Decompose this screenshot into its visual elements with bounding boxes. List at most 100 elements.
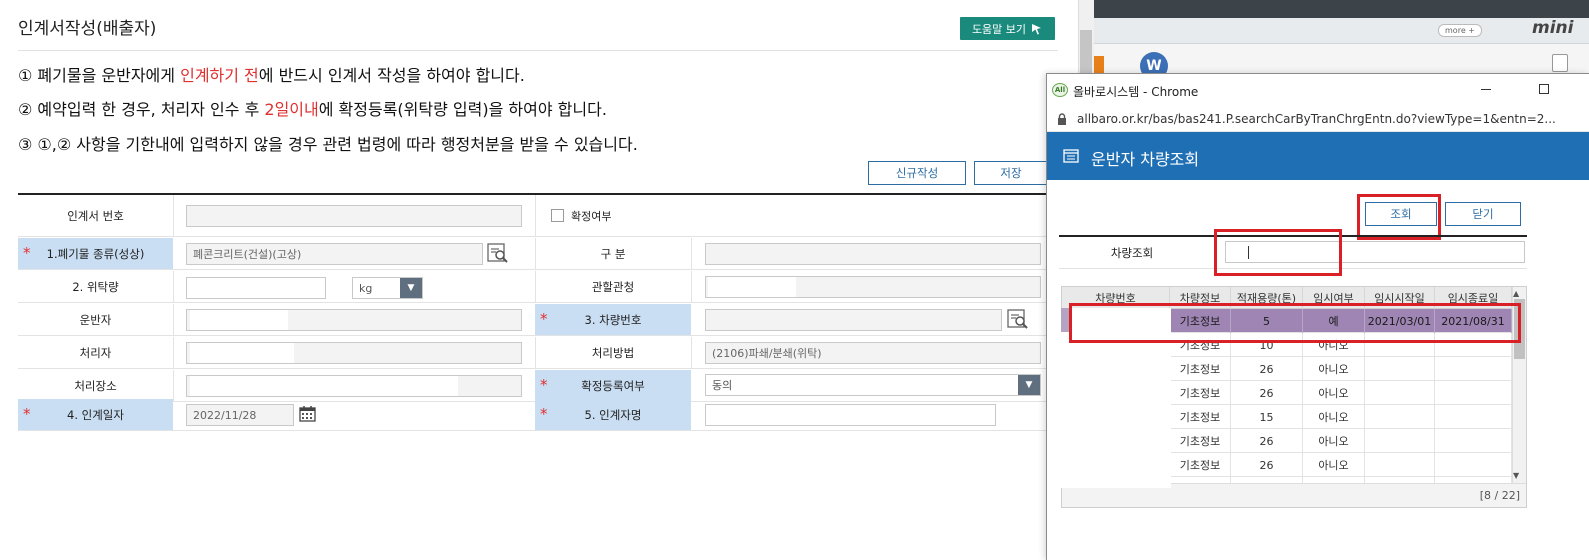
signer-label-text: 5. 인계자명 xyxy=(584,407,642,422)
chevron-down-icon: ▼ xyxy=(1018,375,1040,395)
table-cell: 기초정보 xyxy=(1170,429,1231,453)
highlight-box xyxy=(1069,303,1521,343)
table-cell: 기초정보 xyxy=(1170,405,1231,429)
table-cell xyxy=(1435,357,1512,381)
signer-label: * 5. 인계자명 xyxy=(535,399,691,430)
window-title: 올바로시스템 - Chrome xyxy=(1073,85,1199,99)
table-cell xyxy=(1435,405,1512,429)
main-form-page: 인계서작성(배출자) 도움말 보기 ① 폐기물을 운반자에게 인계하기 전에 반… xyxy=(0,0,1078,560)
table-cell xyxy=(1435,381,1512,405)
table-cell: 26 xyxy=(1231,357,1303,381)
column-divider xyxy=(173,271,174,302)
page-title: 인계서작성(배출자) xyxy=(18,19,157,39)
calendar-icon[interactable] xyxy=(299,405,316,422)
background-banner xyxy=(1094,0,1589,18)
column-divider xyxy=(173,337,174,368)
table-cell xyxy=(1365,429,1435,453)
amount-label: 2. 위탁량 xyxy=(72,279,119,294)
form-row-date: * 4. 인계일자 2022/11/28 * 5. 인계자명 xyxy=(18,399,1078,431)
save-button[interactable]: 저장 xyxy=(974,161,1048,185)
page-url[interactable]: allbaro.or.kr/bas/bas241.P.searchCarByTr… xyxy=(1077,112,1556,126)
doc-no-label: 인계서 번호 xyxy=(67,208,124,223)
confirm-checkbox[interactable] xyxy=(551,209,564,222)
help-button[interactable]: 도움말 보기 xyxy=(960,17,1055,40)
table-cell: 26 xyxy=(1231,429,1303,453)
confirm-reg-select[interactable]: 동의 ▼ xyxy=(705,374,1041,396)
required-mark: * xyxy=(23,244,31,262)
redaction xyxy=(190,343,294,363)
window-titlebar: All 올바로시스템 - Chrome xyxy=(1047,74,1589,106)
table-cell xyxy=(1365,357,1435,381)
form-row-carrier: 운반자 * 3. 차량번호 xyxy=(18,304,1078,336)
signer-input[interactable] xyxy=(705,404,996,426)
table-cell: 아니오 xyxy=(1303,405,1365,429)
table-cell: 26 xyxy=(1231,381,1303,405)
close-button[interactable]: 닫기 xyxy=(1445,202,1521,226)
date-label: * 4. 인계일자 xyxy=(18,399,173,430)
minimize-icon[interactable] xyxy=(1481,89,1491,90)
table-cell: 기초정보 xyxy=(1170,381,1231,405)
method-field[interactable]: (2106)파쇄/분쇄(위탁) xyxy=(705,342,1041,364)
processor-label: 처리자 xyxy=(79,345,112,360)
form-row-waste-type: * 1.폐기물 종류(성상) 폐콘크리트(건설)(고상) 구 분 xyxy=(18,238,1078,270)
required-mark: * xyxy=(540,376,548,394)
search-document-icon[interactable] xyxy=(487,243,509,263)
notice-1-text-b: 에 반드시 인계서 작성을 하여야 합니다. xyxy=(258,66,525,85)
category-field[interactable] xyxy=(705,243,1041,265)
doc-no-field[interactable] xyxy=(186,205,522,227)
form-row-doc-no: 인계서 번호 확정여부 xyxy=(18,195,1078,237)
date-field[interactable]: 2022/11/28 xyxy=(186,404,294,426)
background-toolbar xyxy=(1094,18,1589,44)
waste-type-label: * 1.폐기물 종류(성상) xyxy=(18,238,173,269)
popup-header: 운반자 차량조회 xyxy=(1047,132,1589,180)
method-label: 처리방법 xyxy=(591,345,635,360)
window-list-icon xyxy=(1063,149,1079,163)
unit-select[interactable]: kg ▼ xyxy=(352,277,423,299)
redaction xyxy=(708,277,796,297)
notice-2-highlight: 2일이내 xyxy=(264,100,319,119)
amount-input[interactable] xyxy=(186,277,326,299)
help-button-label: 도움말 보기 xyxy=(971,22,1027,36)
table-cell xyxy=(1365,405,1435,429)
table-cell: 아니오 xyxy=(1303,429,1365,453)
vehicle-search-popup: All 올바로시스템 - Chrome allbaro.or.kr/bas/ba… xyxy=(1046,73,1589,560)
column-divider xyxy=(535,195,536,236)
address-bar: allbaro.or.kr/bas/bas241.P.searchCarByTr… xyxy=(1047,106,1589,132)
category-label: 구 분 xyxy=(600,246,626,261)
vehicle-no-label: * 3. 차량번호 xyxy=(535,304,691,335)
table-cell: 26 xyxy=(1231,453,1303,477)
highlight-box xyxy=(1357,194,1441,240)
allbaro-logo-icon: All xyxy=(1052,83,1068,97)
brand-logo: mini xyxy=(1532,18,1574,38)
confirm-checkbox-label: 확정여부 xyxy=(571,210,612,223)
waste-type-label-text: 1.폐기물 종류(성상) xyxy=(46,246,145,261)
table-cell xyxy=(1435,429,1512,453)
search-document-icon[interactable] xyxy=(1007,309,1029,329)
column-divider xyxy=(535,238,536,269)
waste-type-field[interactable]: 폐콘크리트(건설)(고상) xyxy=(186,243,483,265)
date-label-text: 4. 인계일자 xyxy=(67,407,124,422)
scroll-up-icon[interactable]: ▲ xyxy=(1513,289,1519,298)
screen: 인계서작성(배출자) 도움말 보기 ① 폐기물을 운반자에게 인계하기 전에 반… xyxy=(0,0,1589,560)
record-count: [8 / 22] xyxy=(1479,489,1520,502)
notice-line-1: ① 폐기물을 운반자에게 인계하기 전에 반드시 인계서 작성을 하여야 합니다… xyxy=(18,62,525,86)
notice-2-text-a: ② 예약입력 한 경우, 처리자 인수 후 xyxy=(18,100,265,119)
table-cell: 아니오 xyxy=(1303,453,1365,477)
column-divider xyxy=(173,304,174,335)
maximize-icon[interactable] xyxy=(1539,84,1549,94)
scroll-down-icon[interactable]: ▼ xyxy=(1513,471,1519,480)
confirm-reg-label-text: 확정등록여부 xyxy=(581,378,645,393)
notice-line-3: ③ ①,② 사항을 기한내에 입력하지 않을 경우 관련 법령에 따라 행정처분… xyxy=(18,135,638,154)
table-cell: 아니오 xyxy=(1303,381,1365,405)
new-document-button[interactable]: 신규작성 xyxy=(868,161,966,185)
required-mark: * xyxy=(23,405,31,423)
notice-line-2: ② 예약입력 한 경우, 처리자 인수 후 2일이내에 확정등록(위탁량 입력)… xyxy=(18,96,607,120)
more-button[interactable]: more + xyxy=(1438,24,1482,37)
vehicle-no-field[interactable] xyxy=(705,309,1002,331)
column-divider xyxy=(691,271,692,302)
table-cell xyxy=(1365,453,1435,477)
notice-2-text-b: 에 확정등록(위탁량 입력)을 하여야 합니다. xyxy=(318,100,607,119)
table-cell: 기초정보 xyxy=(1170,357,1231,381)
highlight-box xyxy=(1214,229,1342,276)
redaction xyxy=(190,310,288,330)
